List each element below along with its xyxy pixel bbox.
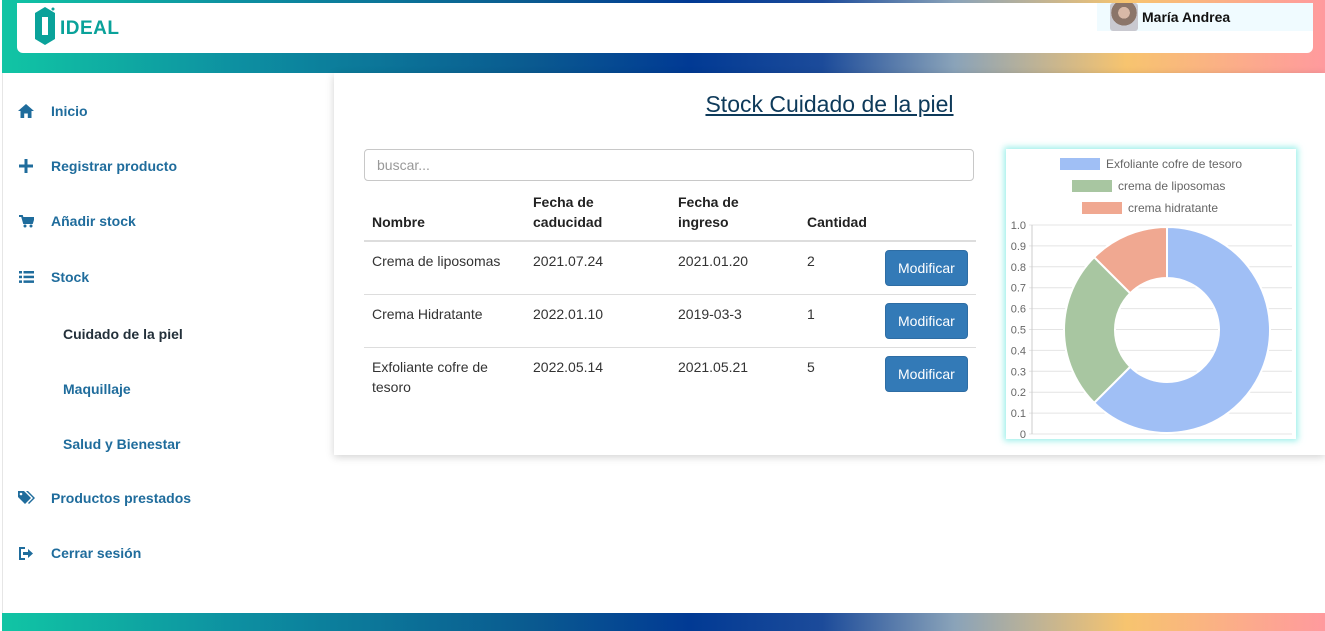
sidebar-item-label: Stock (51, 269, 90, 285)
table-row: Crema de liposomas 2021.07.24 2021.01.20… (364, 240, 976, 295)
sidebar-item-label: Cerrar sesión (51, 545, 142, 561)
y-tick-label: 0 (1020, 429, 1026, 439)
stock-chart: Exfoliante cofre de tesoro crema de lipo… (1006, 149, 1296, 439)
list-icon (17, 269, 35, 285)
column-header-cantidad: Cantidad (799, 188, 877, 242)
y-tick-label: 0.4 (1011, 345, 1026, 357)
y-tick-label: 0.3 (1011, 366, 1026, 378)
modificar-button[interactable]: Modificar (885, 250, 968, 286)
cell-cantidad: 2 (799, 240, 877, 295)
column-header-fecha-caducidad: Fecha de caducidad (525, 188, 670, 242)
y-tick-label: 0.9 (1011, 241, 1026, 253)
y-tick-label: 0.7 (1011, 283, 1026, 295)
user-menu[interactable]: María Andrea (1097, 3, 1313, 31)
doughnut-chart: 1.0 0.9 0.8 0.7 0.6 0.5 0.4 0.3 0.2 0.1 0 (1011, 220, 1292, 439)
cell-caducidad: 2021.07.24 (525, 240, 670, 295)
cell-cantidad: 1 (799, 294, 877, 348)
app-window: IDEAL María Andrea Inicio Registrar prod… (0, 0, 1325, 631)
cell-caducidad: 2022.01.10 (525, 294, 670, 348)
y-tick-label: 0.6 (1011, 304, 1026, 316)
cell-cantidad: 5 (799, 347, 877, 406)
y-tick-label: 0.5 (1011, 325, 1026, 337)
cell-action: Modificar (877, 347, 976, 406)
tags-icon (17, 490, 35, 506)
sidebar-item-label: Añadir stock (51, 213, 136, 229)
ideal-logo-icon (35, 7, 55, 45)
table-header-row: Nombre Fecha de caducidad Fecha de ingre… (364, 188, 976, 242)
search-input[interactable] (364, 149, 974, 181)
sidebar-item-label: Registrar producto (51, 158, 178, 174)
sidebar-item-productos-prestados[interactable]: Productos prestados (17, 490, 191, 506)
sidebar: Inicio Registrar producto Añadir stock S… (2, 73, 333, 613)
sidebar-item-anadir-stock[interactable]: Añadir stock (17, 213, 136, 229)
home-icon (17, 103, 35, 119)
sidebar-item-inicio[interactable]: Inicio (17, 103, 88, 119)
logo-text: IDEAL (60, 18, 120, 39)
modificar-button[interactable]: Modificar (885, 303, 968, 339)
stock-table: Nombre Fecha de caducidad Fecha de ingre… (364, 188, 976, 406)
page-title[interactable]: Stock Cuidado de la piel (334, 91, 1325, 118)
sidebar-item-label: Productos prestados (51, 490, 192, 506)
cell-action: Modificar (877, 294, 976, 348)
cell-ingreso: 2021.01.20 (670, 240, 799, 295)
sidebar-item-stock[interactable]: Stock (17, 269, 89, 285)
y-tick-label: 0.8 (1011, 262, 1026, 274)
cell-ingreso: 2021.05.21 (670, 347, 799, 406)
cell-nombre: Exfoliante cofre de tesoro (364, 347, 525, 406)
brand-logo[interactable]: IDEAL (33, 5, 120, 47)
sidebar-item-label: Inicio (51, 103, 88, 119)
sidebar-subitem-cuidado-de-la-piel[interactable]: Cuidado de la piel (63, 326, 183, 342)
sidebar-item-cerrar-sesion[interactable]: Cerrar sesión (17, 545, 141, 561)
user-name: María Andrea (1142, 9, 1231, 25)
y-tick-label: 0.2 (1011, 387, 1026, 399)
cart-icon (17, 213, 35, 229)
column-header-nombre: Nombre (364, 188, 525, 242)
cell-nombre: Crema de liposomas (364, 240, 525, 295)
cell-caducidad: 2022.05.14 (525, 347, 670, 406)
footer-gradient-bar (2, 613, 1325, 631)
modificar-button[interactable]: Modificar (885, 356, 968, 392)
plus-icon (17, 158, 35, 174)
sidebar-subitem-maquillaje[interactable]: Maquillaje (63, 381, 131, 397)
table-row: Crema Hidratante 2022.01.10 2019-03-3 1 … (364, 294, 976, 348)
main-panel: Stock Cuidado de la piel Nombre Fecha de… (334, 73, 1325, 455)
y-tick-label: 1.0 (1011, 220, 1026, 232)
cell-ingreso: 2019-03-3 (670, 294, 799, 348)
sidebar-subitem-salud-y-bienestar[interactable]: Salud y Bienestar (63, 436, 181, 452)
avatar (1110, 3, 1138, 31)
y-tick-label: 0.1 (1011, 408, 1026, 420)
table-row: Exfoliante cofre de tesoro 2022.05.14 20… (364, 347, 976, 406)
cell-action: Modificar (877, 240, 976, 295)
column-header-actions (877, 188, 976, 242)
cell-nombre: Crema Hidratante (364, 294, 525, 348)
column-header-fecha-ingreso: Fecha de ingreso (670, 188, 799, 242)
sidebar-item-registrar-producto[interactable]: Registrar producto (17, 158, 177, 174)
logout-icon (17, 545, 35, 561)
